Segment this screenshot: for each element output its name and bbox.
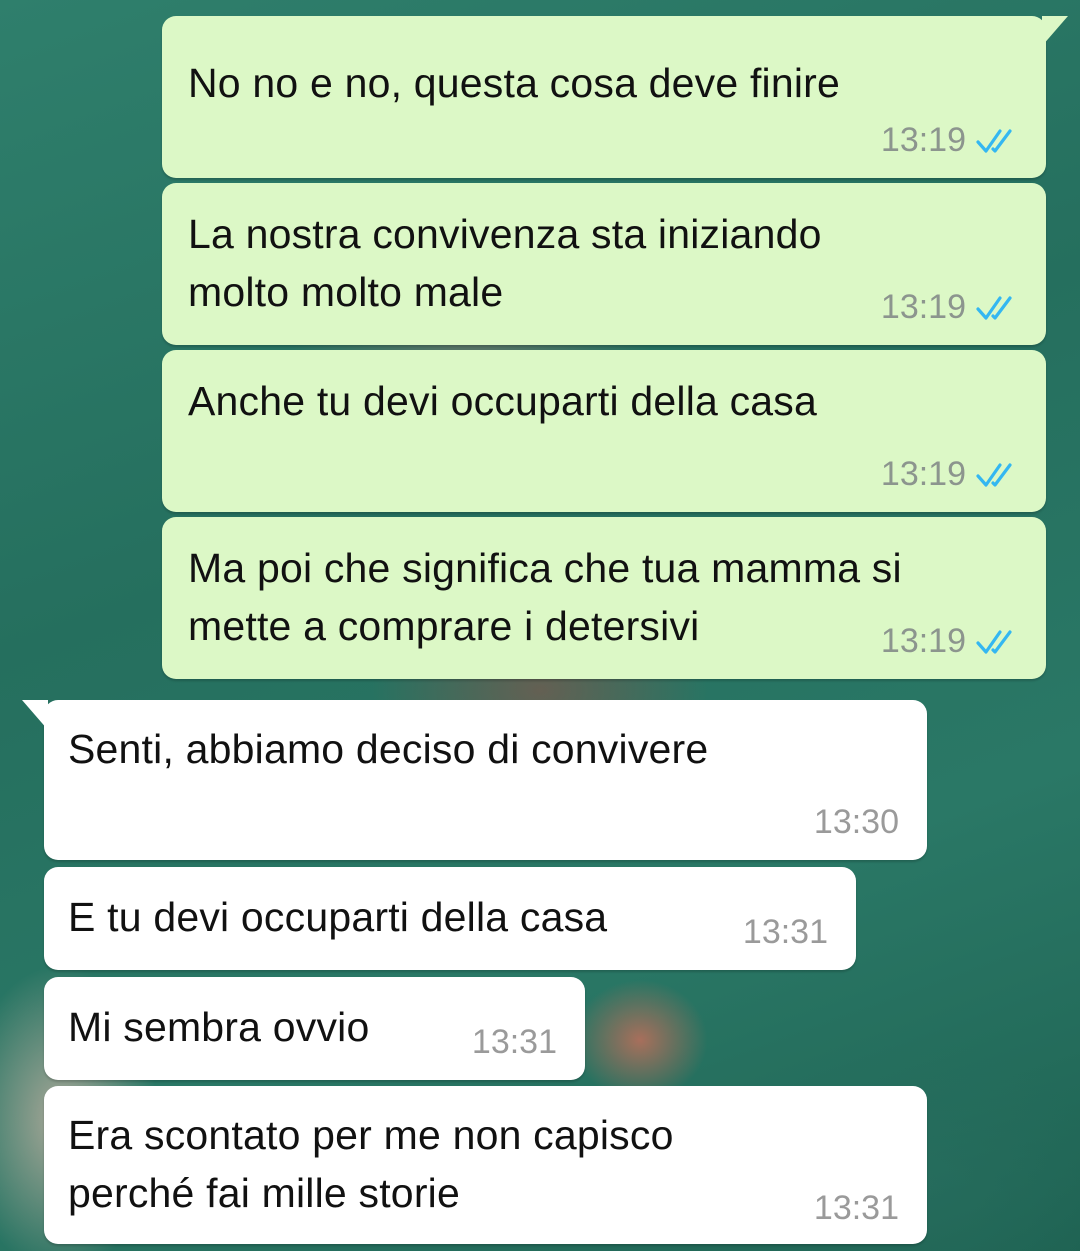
message-time: 13:19 (880, 288, 966, 326)
bubble-tail (1042, 16, 1068, 46)
message-time: 13:30 (813, 803, 899, 841)
message-text: La nostra convivenza sta iniziando molto… (188, 211, 822, 315)
message-text: Era scontato per me non capisco perché f… (68, 1112, 674, 1216)
message-meta: 13:19 (881, 622, 1022, 661)
message-text: Mi sembra ovvio (68, 1004, 370, 1050)
outgoing-message[interactable]: No no e no, questa cosa deve finire 13:1… (162, 16, 1068, 178)
message-time: 13:19 (880, 121, 966, 159)
bubble-tail (22, 700, 48, 730)
message-text: E tu devi occuparti della casa (68, 894, 608, 940)
incoming-message[interactable]: Senti, abbiamo deciso di convivere 13:30 (22, 700, 927, 860)
outgoing-message[interactable]: La nostra convivenza sta iniziando molto… (162, 183, 1046, 345)
message-text: Senti, abbiamo deciso di convivere (68, 726, 709, 772)
message-time: 13:19 (880, 455, 966, 493)
message-text: Anche tu devi occuparti della casa (188, 378, 818, 424)
incoming-message[interactable]: E tu devi occuparti della casa 13:31 (44, 867, 856, 970)
outgoing-message[interactable]: Anche tu devi occuparti della casa 13:19 (162, 350, 1046, 512)
message-text: Ma poi che significa che tua mamma si me… (188, 545, 902, 649)
chat-conversation: No no e no, questa cosa deve finire 13:1… (0, 0, 1080, 1251)
double-check-read-icon (976, 629, 1012, 654)
message-meta: 13:30 (814, 803, 899, 842)
message-time: 13:31 (471, 1023, 557, 1061)
message-time: 13:31 (813, 1189, 899, 1227)
outgoing-message[interactable]: Ma poi che significa che tua mamma si me… (162, 517, 1046, 679)
message-meta: 13:19 (881, 121, 1022, 160)
incoming-message[interactable]: Mi sembra ovvio 13:31 (44, 977, 585, 1080)
incoming-message[interactable]: Era scontato per me non capisco perché f… (44, 1086, 927, 1244)
message-meta: 13:31 (743, 913, 828, 952)
message-meta: 13:31 (472, 1023, 557, 1062)
double-check-read-icon (976, 462, 1012, 487)
message-text: No no e no, questa cosa deve finire (188, 60, 841, 106)
message-meta: 13:19 (881, 288, 1022, 327)
message-meta: 13:19 (881, 455, 1022, 494)
double-check-read-icon (976, 128, 1012, 153)
message-time: 13:19 (880, 622, 966, 660)
message-meta: 13:31 (814, 1189, 899, 1228)
message-time: 13:31 (742, 913, 828, 951)
double-check-read-icon (976, 295, 1012, 320)
